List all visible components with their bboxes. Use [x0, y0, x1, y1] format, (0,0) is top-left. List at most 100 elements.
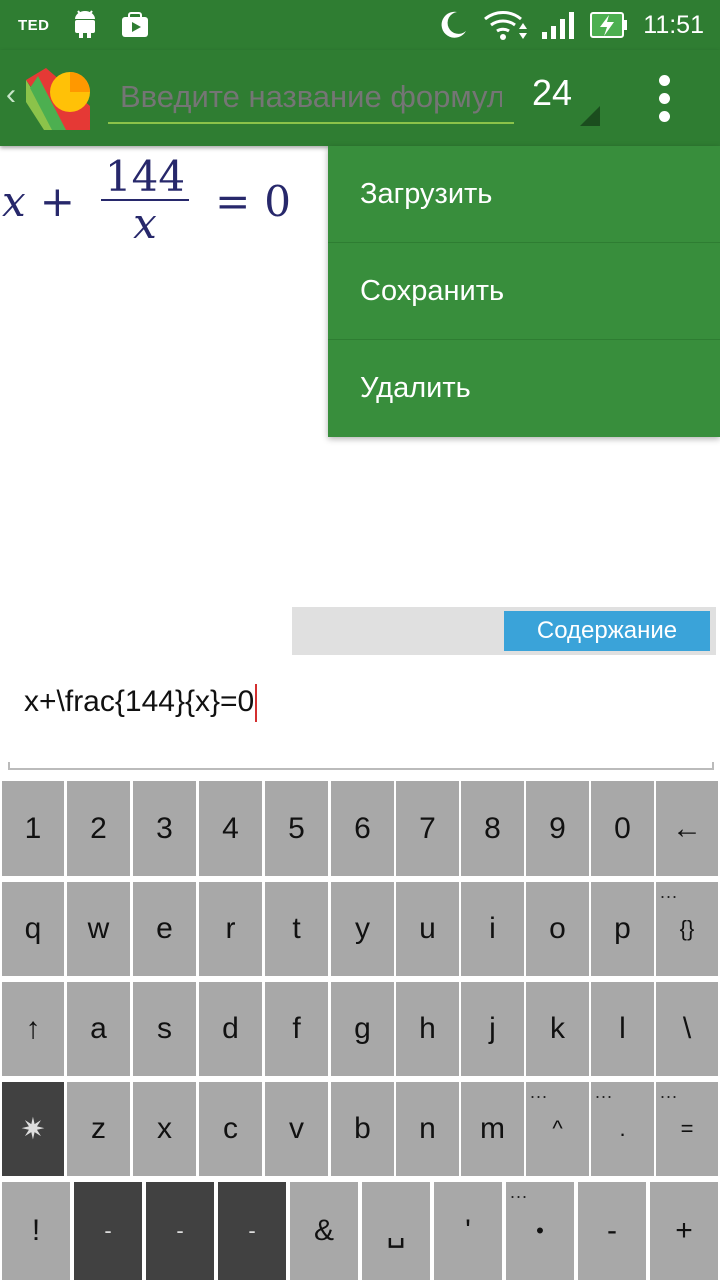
key-o[interactable]: o [526, 882, 589, 976]
app-bar: ‹ 24 [0, 50, 720, 146]
formula-fraction: 144 x [100, 155, 190, 248]
key-w[interactable]: w [67, 882, 130, 976]
key-e[interactable]: e [133, 882, 196, 976]
key-c[interactable]: c [199, 1082, 262, 1176]
key-j[interactable]: j [461, 982, 524, 1076]
key-n[interactable]: n [396, 1082, 459, 1176]
key-k[interactable]: k [526, 982, 589, 1076]
dot-icon [658, 74, 670, 86]
dot-icon [658, 110, 670, 122]
signal-icon [542, 12, 575, 39]
key-f[interactable]: f [265, 982, 328, 1076]
key-1[interactable]: 1 [2, 781, 64, 876]
key-dot-label: . [619, 1116, 626, 1141]
chevron-left-icon[interactable]: ‹ [6, 78, 16, 112]
key-dot[interactable]: ... . [591, 1082, 654, 1176]
key-backslash[interactable]: \ [656, 982, 718, 1076]
key-a[interactable]: a [67, 982, 130, 1076]
formula-plus: + [39, 176, 75, 226]
fraction-denominator: x [133, 199, 157, 248]
key-ampersand[interactable]: & [290, 1182, 358, 1280]
more-hint: ... [530, 1082, 549, 1102]
key-t[interactable]: t [265, 882, 328, 976]
fraction-numerator: 144 [100, 155, 190, 201]
ted-icon: TED [18, 16, 50, 34]
key-v[interactable]: v [265, 1082, 328, 1176]
formula-name-input[interactable] [108, 72, 514, 124]
key-m[interactable]: m [461, 1082, 524, 1176]
key-5[interactable]: 5 [265, 781, 328, 876]
key-i[interactable]: i [461, 882, 524, 976]
key-6[interactable]: 6 [331, 781, 394, 876]
dropdown-corner-icon [580, 106, 600, 126]
key-caret[interactable]: ... ^ [526, 1082, 589, 1176]
key-p[interactable]: p [591, 882, 654, 976]
content-bar: Содержание [292, 607, 716, 655]
contents-button[interactable]: Содержание [504, 611, 710, 651]
key-y[interactable]: y [331, 882, 394, 976]
latex-input[interactable]: x+\frac{144}{x}=0 [24, 684, 258, 722]
key-4[interactable]: 4 [199, 781, 262, 876]
shift-key[interactable]: ↑ [2, 982, 64, 1076]
more-hint: ... [660, 1082, 679, 1102]
key-h[interactable]: h [396, 982, 459, 1076]
key-exclamation[interactable]: ! [2, 1182, 70, 1280]
battery-charging-icon [590, 12, 628, 38]
status-right: 11:51 [437, 0, 704, 50]
key-0[interactable]: 0 [591, 781, 654, 876]
play-store-icon [121, 12, 148, 37]
key-equals[interactable]: ... = [656, 1082, 718, 1176]
key-d[interactable]: d [199, 982, 262, 1076]
key-7[interactable]: 7 [396, 781, 459, 876]
overflow-menu-button[interactable] [644, 70, 684, 126]
text-cursor [255, 684, 258, 722]
formula-preview: x + 144 x = 0 [2, 146, 291, 256]
key-9[interactable]: 9 [526, 781, 589, 876]
font-size-dropdown[interactable]: 24 [532, 72, 600, 128]
status-bar: TED 11:51 [0, 0, 720, 50]
key-braces[interactable]: ... {} [656, 882, 718, 976]
key-apostrophe[interactable]: ' [434, 1182, 502, 1280]
more-hint: ... [510, 1182, 529, 1202]
android-icon [74, 10, 95, 38]
key-r[interactable]: r [199, 882, 262, 976]
editor-underline [8, 762, 714, 770]
font-size-value: 24 [532, 72, 573, 113]
formula-rhs: 0 [264, 176, 291, 226]
key-s[interactable]: s [133, 982, 196, 1076]
menu-item-save[interactable]: Сохранить [328, 243, 720, 340]
menu-item-load[interactable]: Загрузить [328, 146, 720, 243]
key-2[interactable]: 2 [67, 781, 130, 876]
formula-equals: = [215, 176, 251, 226]
key-q[interactable]: q [2, 882, 64, 976]
key-dash-3[interactable]: - [218, 1182, 286, 1280]
key-u[interactable]: u [396, 882, 459, 976]
key-l[interactable]: l [591, 982, 654, 1076]
key-plus[interactable]: + [650, 1182, 718, 1280]
formula-var: x [2, 176, 26, 226]
key-z[interactable]: z [67, 1082, 130, 1176]
key-bullet-label: • [536, 1218, 544, 1243]
key-dash-2[interactable]: - [146, 1182, 214, 1280]
key-3[interactable]: 3 [133, 781, 196, 876]
key-bullet[interactable]: ... • [506, 1182, 574, 1280]
space-key[interactable]: ␣ [362, 1182, 430, 1280]
dot-icon [658, 92, 670, 104]
status-left: TED [18, 0, 150, 50]
key-g[interactable]: g [331, 982, 394, 1076]
moon-icon [441, 11, 467, 38]
key-x[interactable]: x [133, 1082, 196, 1176]
menu-item-delete[interactable]: Удалить [328, 340, 720, 437]
key-equals-label: = [680, 1116, 694, 1141]
wifi-icon [484, 11, 528, 40]
app-logo[interactable] [24, 66, 90, 130]
backspace-key[interactable]: ← [656, 781, 718, 876]
more-hint: ... [595, 1082, 614, 1102]
key-b[interactable]: b [331, 1082, 394, 1176]
symbols-key[interactable]: ✷ [2, 1082, 64, 1176]
math-keyboard: 1 2 3 4 5 6 7 8 9 0 ← q w e r t y u i o … [0, 777, 720, 1280]
key-8[interactable]: 8 [461, 781, 524, 876]
latex-editor[interactable]: x+\frac{144}{x}=0 [8, 670, 714, 770]
key-dash-1[interactable]: - [74, 1182, 142, 1280]
key-minus[interactable]: - [578, 1182, 646, 1280]
